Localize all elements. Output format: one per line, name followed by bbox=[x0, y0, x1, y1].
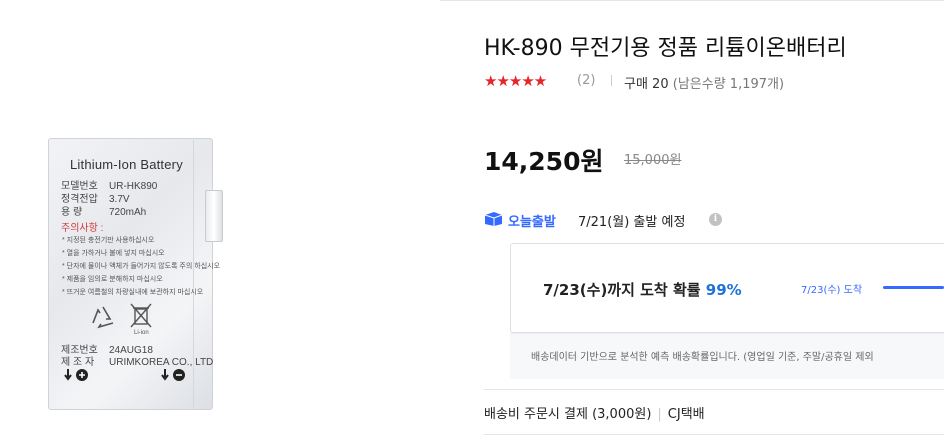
ship-eta: 7/21(월) 출발 예정 bbox=[578, 215, 686, 230]
recycle-icon bbox=[92, 306, 114, 329]
battery-label-title: Lithium-Ion Battery bbox=[70, 157, 183, 172]
product-title: HK-890 무전기용 정품 리튬이온배터리 bbox=[484, 36, 847, 61]
truck-icon bbox=[484, 212, 503, 226]
original-price: 15,000원 bbox=[624, 153, 682, 168]
spec-capacity: 용 량 720mAh bbox=[61, 207, 147, 218]
caution-line: * 제품을 임의로 분해하지 마십시오 bbox=[62, 276, 163, 283]
delivery-separator: | bbox=[657, 407, 662, 422]
arrival-probability: 7/23(수)까지 도착 확률 99% bbox=[543, 279, 742, 300]
caution-line: * 단자에 물이나 액체가 들어가지 않도록 주의 하십시오 bbox=[62, 263, 221, 270]
delivery-fee-row: 배송비 주문시 결제 (3,000원) | CJ택배 bbox=[484, 403, 705, 422]
prediction-notice: 배송데이터 기반으로 분석한 예측 배송확률입니다. (영업일 기준, 주말/공… bbox=[531, 352, 874, 363]
product-image[interactable]: Lithium-Ion Battery 모델번호 UR-HK890 정격전압 3.7… bbox=[0, 0, 440, 445]
info-icon[interactable]: i bbox=[709, 213, 722, 226]
purchase-info: 구매 20 (남은수량 1,197개) bbox=[624, 73, 784, 92]
li-ion-mark: Li-ion bbox=[134, 330, 149, 336]
arrival-percent: 99% bbox=[705, 281, 742, 299]
caution-title: 주의사항 : bbox=[61, 223, 104, 234]
section-divider bbox=[484, 389, 944, 390]
arrival-date-chip: 7/23(수) 도착 bbox=[801, 285, 863, 296]
positive-terminal-icon bbox=[64, 369, 88, 381]
carrier-name: CJ택배 bbox=[667, 407, 705, 422]
arrival-text: 7/23(수)까지 도착 확률 bbox=[543, 281, 701, 299]
section-divider bbox=[484, 434, 944, 435]
caution-line: * 뜨거운 여름철의 차량실내에 보관하지 마십시오 bbox=[62, 289, 204, 296]
delivery-fee: 배송비 주문시 결제 (3,000원) bbox=[484, 407, 652, 422]
stock-remaining: (남은수량 1,197개) bbox=[672, 77, 785, 92]
purchase-count: 구매 20 bbox=[624, 77, 669, 92]
rating-stars-icon[interactable]: ★★★★★ bbox=[484, 72, 547, 90]
review-count-link[interactable]: (2) bbox=[577, 73, 595, 88]
meta-divider bbox=[611, 75, 612, 86]
sale-price: 14,250원 bbox=[484, 147, 604, 176]
top-divider bbox=[440, 0, 944, 1]
negative-terminal-icon bbox=[161, 369, 185, 381]
battery-tab bbox=[205, 190, 223, 242]
manufacturer: 제 조 자 URIMKOREA CO., LTD bbox=[61, 357, 214, 368]
today-ship-badge: 오늘출발 bbox=[508, 215, 556, 230]
crossed-bin-icon bbox=[130, 303, 152, 328]
caution-line: * 열을 가하거나 불에 넣지 마십시오 bbox=[62, 250, 165, 257]
arrival-progress-bar bbox=[883, 286, 944, 289]
caution-line: * 지정된 충전기만 사용하십시오 bbox=[62, 237, 155, 244]
